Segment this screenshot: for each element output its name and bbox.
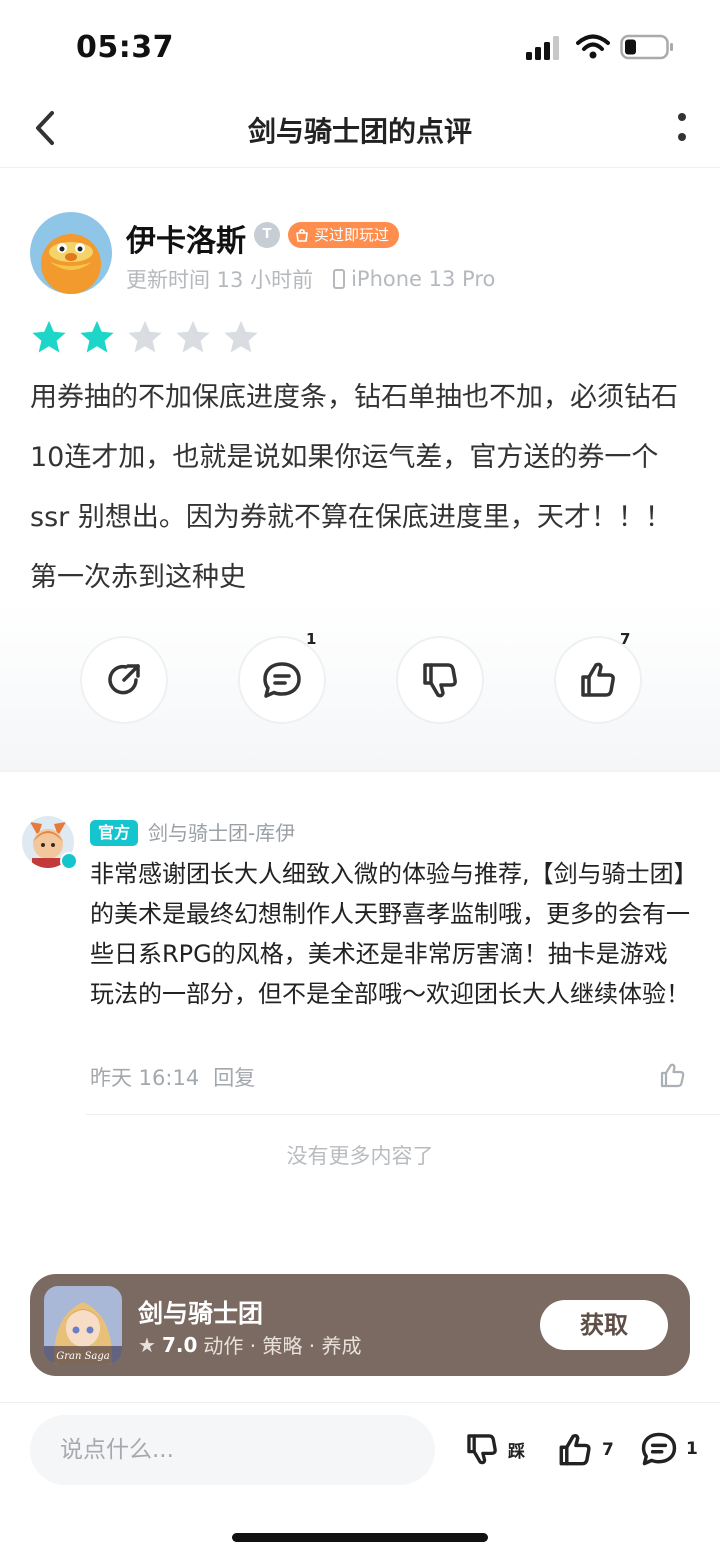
- review-meta: 更新时间 13 小时前 iPhone 13 Pro: [126, 264, 495, 294]
- like-count: 7: [620, 630, 631, 648]
- thumbs-up-icon: [559, 1433, 591, 1466]
- share-icon: [108, 664, 140, 695]
- bottom-like-button[interactable]: 7: [554, 1429, 614, 1471]
- game-name[interactable]: 剑与骑士团: [138, 1294, 263, 1330]
- like-button[interactable]: [554, 636, 642, 724]
- bag-icon: [296, 228, 308, 242]
- share-button[interactable]: [80, 636, 168, 724]
- status-time: 05:37: [76, 30, 174, 65]
- reply-divider: [86, 1114, 720, 1115]
- thumbs-down-icon: [467, 1434, 497, 1465]
- comment-count: 1: [306, 630, 317, 648]
- review-text: 用券抽的不加保底进度条，钻石单抽也不加，必须钻石10连才加，也就是说如果你运气差…: [30, 382, 678, 593]
- reply-author[interactable]: 剑与骑士团-库伊: [148, 820, 295, 846]
- game-icon[interactable]: Gran Saga: [44, 1286, 122, 1364]
- comment-button[interactable]: [238, 636, 326, 724]
- played-badge-label: 买过即玩过: [314, 226, 390, 244]
- verified-icon: [60, 852, 78, 870]
- star-icon: [32, 320, 66, 353]
- updated-time: 更新时间 13 小时前: [126, 268, 314, 292]
- device-label: iPhone 13 Pro: [351, 267, 496, 291]
- official-reply: 官方 剑与骑士团-库伊 非常感谢团长大人细致入微的体验与推荐,【剑与骑士团】的美…: [0, 772, 720, 1117]
- comment-input[interactable]: [30, 1415, 435, 1485]
- game-icon-text: Gran Saga: [56, 1351, 110, 1362]
- reply-like-icon[interactable]: [658, 1060, 688, 1090]
- reply-meta: 昨天 16:14 回复: [90, 1062, 255, 1092]
- review-actions: 1 7: [0, 630, 720, 726]
- bottom-bar: 踩 7 1: [0, 1402, 720, 1558]
- review-card: 伊卡洛斯 T 买过即玩过 更新时间 13 小时前 iPhone 13 Pro 用…: [0, 168, 720, 770]
- comment-icon: [263, 662, 301, 698]
- signal-icon: [526, 36, 559, 60]
- game-score: 7.0: [161, 1332, 198, 1357]
- star-icon: [224, 320, 258, 353]
- reply-link[interactable]: 回复: [213, 1062, 255, 1092]
- wifi-icon: [576, 34, 610, 59]
- battery-icon: [620, 34, 673, 60]
- star-icon: [176, 320, 210, 353]
- more-options-icon[interactable]: [670, 110, 694, 146]
- game-info: ★ 7.0 动作 · 策略 · 养成: [138, 1330, 362, 1359]
- page-title: 剑与骑士团的点评: [247, 115, 472, 148]
- get-button[interactable]: 获取: [540, 1300, 668, 1350]
- home-indicator: [232, 1533, 488, 1542]
- device-info: iPhone 13 Pro: [333, 267, 495, 291]
- status-bar: 05:37: [0, 0, 720, 90]
- user-name[interactable]: 伊卡洛斯: [126, 216, 246, 260]
- user-avatar[interactable]: [30, 212, 112, 294]
- game-card[interactable]: Gran Saga 剑与骑士团 ★ 7.0 动作 · 策略 · 养成 获取: [30, 1274, 690, 1376]
- played-badge: 买过即玩过: [288, 222, 400, 248]
- game-tags: 动作 · 策略 · 养成: [203, 1334, 362, 1358]
- bottom-dislike-button[interactable]: 踩: [462, 1429, 525, 1469]
- dislike-label: 踩: [508, 1441, 525, 1462]
- star-icon: [128, 320, 162, 353]
- nav-bar: 剑与骑士团的点评: [0, 90, 720, 168]
- no-more-content: 没有更多内容了: [286, 1144, 434, 1168]
- bottom-comment-count: 1: [686, 1439, 698, 1459]
- star-rating: [30, 318, 260, 356]
- reply-time: 昨天 16:14: [90, 1066, 200, 1090]
- star-icon: [80, 320, 114, 353]
- official-tag: 官方: [90, 820, 139, 846]
- star-small-icon: ★: [138, 1332, 156, 1357]
- reply-text: 非常感谢团长大人细致入微的体验与推荐,【剑与骑士团】的美术是最终幻想制作人天野喜…: [90, 860, 690, 1008]
- level-badge: T: [254, 222, 280, 248]
- reply-avatar[interactable]: [22, 816, 78, 870]
- bottom-comment-button[interactable]: 1: [638, 1429, 698, 1469]
- bottom-like-count: 7: [602, 1440, 614, 1460]
- thumbs-down-icon: [423, 663, 457, 698]
- thumbs-up-icon: [581, 662, 615, 697]
- dislike-button[interactable]: [396, 636, 484, 724]
- phone-icon: [333, 269, 346, 289]
- comment-icon: [641, 1432, 677, 1466]
